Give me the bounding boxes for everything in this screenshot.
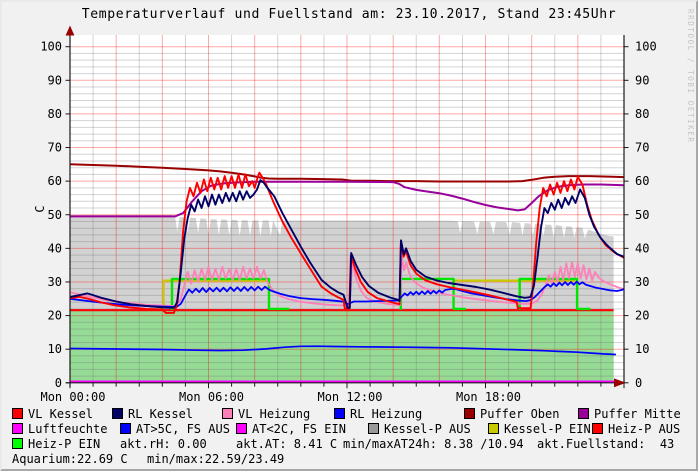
legend-item-rl-kessel: RL Kessel [112,408,193,421]
puffer-mitte-swatch [578,408,589,419]
at-2c-fs-ein-swatch [236,423,247,434]
legend-item-heiz-p-aus: Heiz-P AUS [592,423,680,436]
legend-label-at-5c-fs-aus: AT>5C, FS AUS [136,422,230,436]
legend-item-kessel-p-ein: Kessel-P EIN [488,423,591,436]
legend-item-heiz-p-ein: Heiz-P EIN [12,438,100,451]
legend-item-vl-kessel: VL Kessel [12,408,93,421]
legend-label-puffer-mitte: Puffer Mitte [594,407,681,421]
legend-label-akt-at-8-41-c: akt.AT: 8.41 C [236,437,338,451]
legend-item-kessel-p-aus: Kessel-P AUS [368,423,471,436]
legend-item-vl-heizung: VL Heizung [222,408,310,421]
rl-kessel-swatch [112,408,123,419]
legend-label-vl-kessel: VL Kessel [28,407,94,421]
legend-label-akt-rh-0-00: akt.rH: 0.00 [120,437,207,451]
legend-label-rl-kessel: RL Kessel [128,407,194,421]
legend-label-min-max-22-59-23-49: min/max:22.59/23.49 [147,452,285,466]
legend-item-akt-rh-0-00: akt.rH: 0.00 [120,438,207,451]
vl-kessel-swatch [12,408,23,419]
legend-item-min-maxat24h-8-38-10-94: min/maxAT24h: 8.38 /10.94 [343,438,524,451]
legend-item-min-max-22-59-23-49: min/max:22.59/23.49 [147,453,284,466]
legend-label-at-2c-fs-ein: AT<2C, FS EIN [252,422,346,436]
legend-label-aquarium-22-69-c: Aquarium:22.69 C [12,452,128,466]
kessel-p-aus-swatch [368,423,379,434]
rrd-graph-image: Temperaturverlauf und Fuellstand am: 23.… [0,0,698,471]
legend-item-rl-heizung: RL Heizung [334,408,422,421]
legend-label-rl-heizung: RL Heizung [350,407,423,421]
legend-item-at-2c-fs-ein: AT<2C, FS EIN [236,423,346,436]
legend-item-at-5c-fs-aus: AT>5C, FS AUS [120,423,230,436]
legend-item-akt-fuellstand-43: akt.Fuellstand: 43 [537,438,674,451]
kessel-p-ein-swatch [488,423,499,434]
legend-item-aquarium-22-69-c: Aquarium:22.69 C [12,453,128,466]
legend-label-kessel-p-ein: Kessel-P EIN [504,422,591,436]
legend-label-vl-heizung: VL Heizung [238,407,311,421]
legend-label-heiz-p-aus: Heiz-P AUS [608,422,681,436]
at-5c-fs-aus-swatch [120,423,131,434]
legend-label-puffer-oben: Puffer Oben [480,407,560,421]
legend-item-luftfeuchte: Luftfeuchte [12,423,107,436]
puffer-oben-swatch [464,408,475,419]
legend-label-kessel-p-aus: Kessel-P AUS [384,422,471,436]
legend-label-heiz-p-ein: Heiz-P EIN [28,437,101,451]
legend-item-puffer-oben: Puffer Oben [464,408,559,421]
legend-item-akt-at-8-41-c: akt.AT: 8.41 C [236,438,337,451]
legend-label-akt-fuellstand-43: akt.Fuellstand: 43 [537,437,675,451]
heiz-p-ein-swatch [12,438,23,449]
legend-label-min-maxat24h-8-38-10-94: min/maxAT24h: 8.38 /10.94 [343,437,524,451]
vl-heizung-swatch [222,408,233,419]
rl-heizung-swatch [334,408,345,419]
luftfeuchte-swatch [12,423,23,434]
heiz-p-aus-swatch [592,423,603,434]
legend-item-puffer-mitte: Puffer Mitte [578,408,681,421]
legend-label-luftfeuchte: Luftfeuchte [28,422,108,436]
chart-legend: VL Kessel RL Kessel VL Heizung RL Heizung Pu… [2,2,696,469]
